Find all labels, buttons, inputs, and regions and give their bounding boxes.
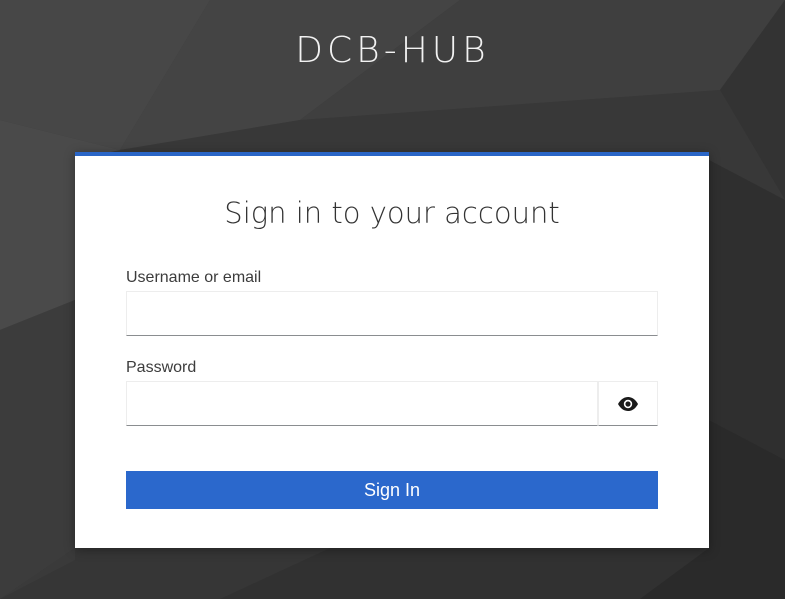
- password-input[interactable]: [126, 381, 598, 426]
- eye-icon: [618, 396, 638, 411]
- password-label: Password: [126, 359, 197, 376]
- username-label: Username or email: [126, 269, 262, 286]
- username-input[interactable]: [126, 291, 658, 336]
- brand-title: DCB-HUB: [295, 30, 490, 71]
- card-title: Sign in to your account: [224, 196, 560, 230]
- sign-in-button[interactable]: Sign In: [126, 471, 658, 509]
- login-card: Sign in to your account Username or emai…: [75, 152, 709, 548]
- show-password-button[interactable]: [598, 381, 658, 426]
